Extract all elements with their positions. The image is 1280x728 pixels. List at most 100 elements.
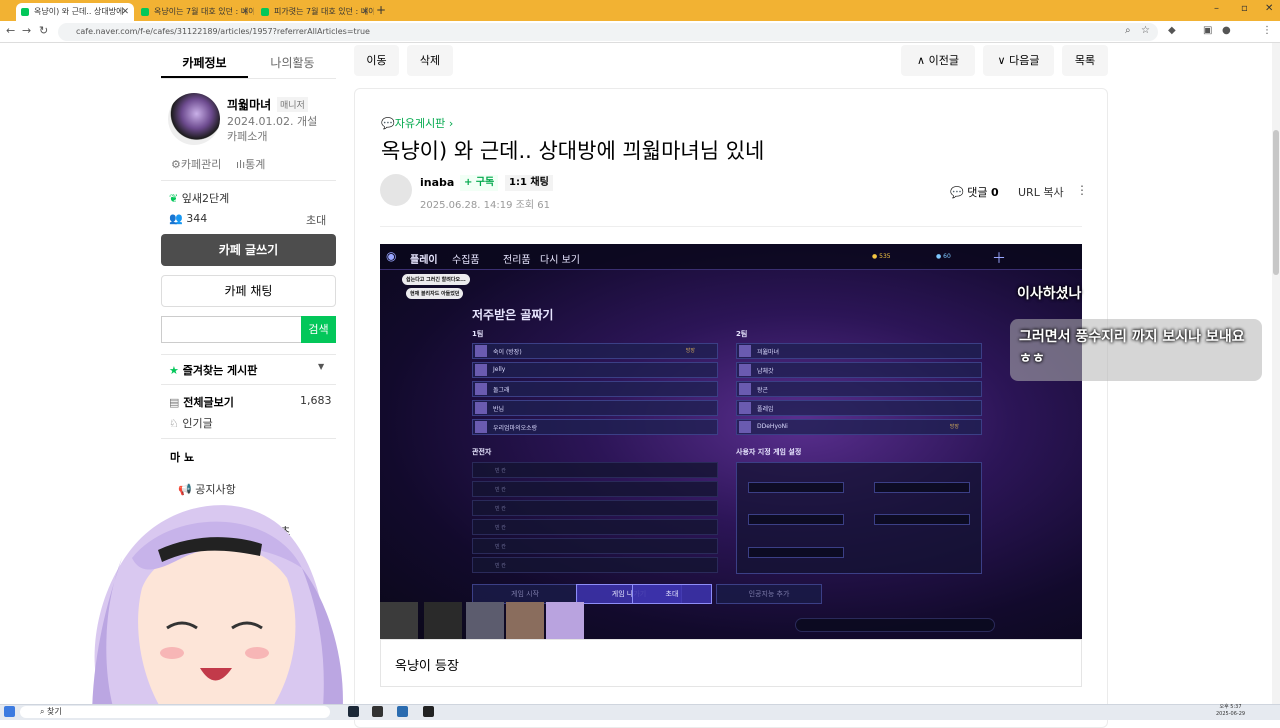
prev-post-button[interactable]: ∧ 이전글 — [901, 45, 975, 76]
cafe-write-button[interactable]: 카페 글쓰기 — [161, 234, 336, 266]
settings-select — [874, 514, 970, 525]
windows-start-icon[interactable] — [4, 706, 15, 717]
url-field[interactable]: cafe.naver.com/f-e/cafes/31122189/articl… — [58, 23, 1158, 41]
list-button[interactable]: 목록 — [1062, 45, 1108, 76]
reload-icon[interactable]: ↻ — [39, 24, 48, 37]
steam-icon[interactable] — [348, 706, 359, 717]
subscribe-button[interactable]: + 구독 — [460, 175, 499, 191]
team1-slot: 반님 — [472, 400, 718, 416]
invite-link[interactable]: 초대 — [306, 212, 326, 228]
chevron-down-icon[interactable]: ▼ — [318, 362, 324, 371]
board-link[interactable]: 💬자유게시판 › — [381, 115, 453, 131]
cafe-search-input[interactable] — [161, 316, 302, 343]
browser-tab[interactable]: 옥냥이는 7월 대호 있던 : 네이 ✕ — [136, 3, 254, 21]
author-avatar[interactable] — [380, 174, 412, 206]
tab-title: 옥냥이) 와 근데.. 상대방에 — [34, 7, 124, 16]
article-meta: 2025.06.28. 14:19 조회 61 — [420, 196, 550, 211]
settings-select — [748, 547, 844, 558]
post-date: 2025.06.28. 14:19 — [420, 200, 513, 211]
move-button[interactable]: 이동 — [354, 45, 399, 76]
extensions-puzzle-icon[interactable]: ▣ — [1203, 25, 1212, 36]
tab-title: 옥냥이는 7월 대호 있던 : 네이 — [154, 7, 254, 16]
game-nav-collection: 수집품 — [452, 255, 480, 266]
cafe-avatar[interactable] — [168, 93, 220, 145]
divider — [161, 354, 336, 355]
taskbar-search[interactable]: ⌕ 찾기 — [20, 706, 330, 718]
gear-icon: ⚙ — [171, 158, 181, 171]
close-tab-icon[interactable]: ✕ — [361, 3, 369, 21]
zoom-icon[interactable]: ⌕ — [1125, 25, 1131, 36]
cafe-founded-date: 2024.01.02. 개설 — [227, 115, 318, 128]
more-options-icon[interactable]: ⋮ — [1076, 183, 1088, 197]
app-icon[interactable] — [372, 706, 383, 717]
image-caption-box — [380, 639, 1082, 687]
naver-cafe-favicon-icon — [141, 8, 149, 16]
game-top-bar — [380, 244, 1082, 270]
settings-select — [874, 482, 970, 493]
next-post-button[interactable]: ∨ 다음글 — [983, 45, 1054, 76]
player-portrait — [546, 602, 584, 639]
profile-icon[interactable]: ● — [1222, 25, 1231, 36]
bookmark-star-icon[interactable]: ☆ — [1141, 25, 1150, 36]
close-window-icon[interactable]: ✕ — [1265, 3, 1273, 14]
sidebar-item-popular[interactable]: ♘ 인기글 — [169, 415, 213, 431]
embedded-game-screenshot[interactable]: ◉ 플레이 수집품 전리품 다시 보기 ● 535 ● 60 ＋ 쉽는다고 그러… — [380, 244, 1082, 639]
maximize-icon[interactable]: ▫ — [1241, 3, 1248, 14]
clock-time: 오후 5:37 — [1219, 704, 1242, 710]
divider — [161, 78, 336, 79]
members-icon: 👥 — [169, 212, 183, 225]
back-icon[interactable]: ← — [6, 24, 15, 37]
team2-slot: 왕곤 — [736, 381, 982, 397]
player-portrait — [466, 602, 504, 639]
cafe-manage-link[interactable]: ⚙카페관리 — [171, 156, 221, 172]
game-invite-button: 초대 — [632, 584, 712, 604]
member-count[interactable]: 👥 344 — [169, 212, 207, 225]
cafe-search-button[interactable]: 검색 — [301, 316, 336, 343]
comment-icon: 💬 — [950, 186, 964, 199]
scrollbar-thumb[interactable] — [1273, 130, 1279, 275]
lobby-title: 저주받은 골짜기 — [472, 308, 554, 322]
team1-slot: Jelly — [472, 362, 718, 378]
game-nav-hall: 전리품 — [503, 255, 531, 266]
observer-slot: 빈 칸 — [472, 519, 718, 535]
browser-tab[interactable]: 피가렷는 7월 대호 있던 : 네이 ✕ — [256, 3, 374, 21]
author-name[interactable]: inaba — [420, 176, 454, 189]
close-tab-icon[interactable]: ✕ — [121, 3, 129, 21]
cafe-chat-button[interactable]: 카페 채팅 — [161, 275, 336, 307]
chat-bubble: 쉽는다고 그러긴 할려다오... — [402, 274, 470, 285]
browser-tab-active[interactable]: 옥냥이) 와 근데.. 상대방에 ✕ — [16, 3, 134, 21]
naver-cafe-favicon-icon — [21, 8, 29, 16]
sidebar-item-all-posts[interactable]: ▤ 전체글보기 — [169, 394, 234, 410]
game-start-button: 게임 시작 — [472, 584, 578, 604]
taskbar-clock[interactable]: 오후 5:37 2025-06-29 — [1216, 704, 1245, 718]
browser-menu-icon[interactable]: ⋮ — [1262, 25, 1272, 36]
cafe-level: ❦ 잎새2단계 — [169, 192, 230, 205]
chat-bubble: 현재 블리자드 아들었던 — [406, 288, 464, 299]
comments-button[interactable]: 💬 댓글 0 — [950, 184, 999, 200]
observer-slot: 빈 칸 — [472, 538, 718, 554]
forward-icon[interactable]: → — [22, 24, 31, 37]
stats-link[interactable]: ılı통계 — [236, 156, 265, 172]
one-to-one-chat-button[interactable]: 1:1 채팅 — [505, 175, 553, 191]
divider — [161, 180, 336, 181]
game-nav-play: 플레이 — [410, 255, 438, 266]
close-tab-icon[interactable]: ✕ — [241, 3, 249, 21]
clock-date: 2025-06-29 — [1216, 711, 1246, 717]
player-portrait — [424, 602, 462, 639]
obs-icon[interactable] — [423, 706, 434, 717]
tab-cafe-info[interactable]: 카페정보 — [161, 48, 248, 78]
new-tab-button[interactable]: + — [376, 3, 386, 17]
app-icon[interactable] — [397, 706, 408, 717]
cafe-intro-link[interactable]: 카페소개 — [227, 128, 267, 144]
minimize-icon[interactable]: – — [1214, 3, 1219, 14]
tab-my-activity[interactable]: 나의활동 — [249, 48, 336, 78]
stream-caption-main: 그러면서 풍수지리 까지 보시나 보내요 ㅎㅎ — [1019, 329, 1245, 367]
manager-name[interactable]: 끠웗마녀 — [227, 96, 271, 113]
url-copy-button[interactable]: URL 복사 — [1018, 184, 1064, 200]
team2-slot: 끠웗마녀 — [736, 343, 982, 359]
extension-icon[interactable]: ◆ — [1168, 25, 1176, 36]
favorites-header[interactable]: ★ 즐겨찾는 게시판 — [169, 362, 257, 378]
delete-button[interactable]: 삭제 — [407, 45, 453, 76]
game-chat-input — [795, 618, 995, 632]
divider — [161, 438, 336, 439]
